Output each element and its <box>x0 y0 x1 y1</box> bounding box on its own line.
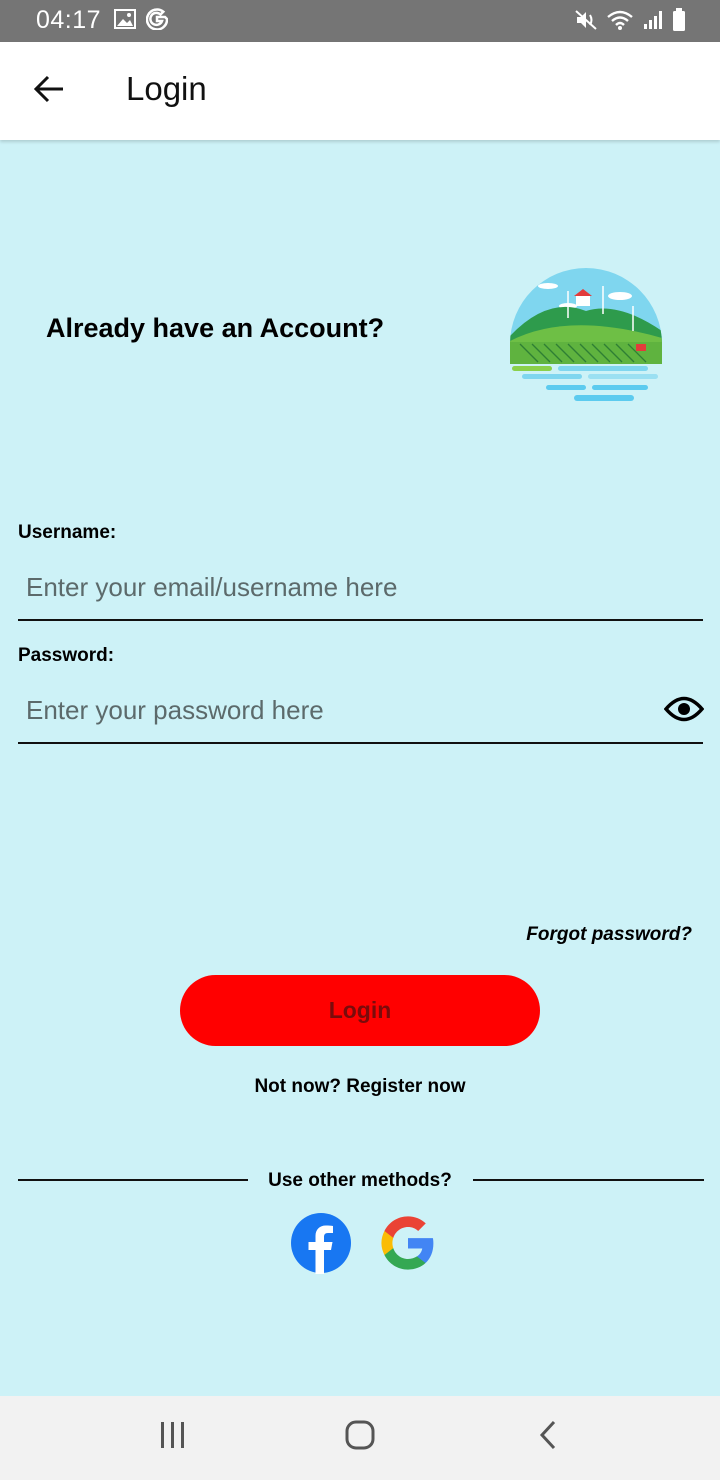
farm-landscape-illustration <box>508 256 664 406</box>
password-input[interactable] <box>18 678 703 744</box>
forgot-password-link[interactable]: Forgot password? <box>526 924 692 946</box>
register-link[interactable]: Not now? Register now <box>0 1076 720 1098</box>
system-nav-bar <box>0 1396 720 1480</box>
signal-icon <box>642 9 664 36</box>
back-nav-button[interactable] <box>523 1414 573 1460</box>
page-title: Login <box>126 70 207 107</box>
gallery-icon <box>114 9 136 34</box>
status-time: 04:17 <box>36 6 102 34</box>
facebook-icon <box>290 1212 352 1279</box>
eye-icon <box>663 696 705 727</box>
back-button[interactable] <box>26 68 72 114</box>
divider-right <box>473 1179 704 1181</box>
username-label: Username: <box>18 522 117 543</box>
password-label: Password: <box>18 645 115 666</box>
google-icon <box>379 1214 437 1277</box>
back-icon <box>538 1419 558 1456</box>
status-bar: 04:17 <box>0 0 720 42</box>
other-methods-label: Use other methods? <box>268 1170 452 1191</box>
welcome-heading: Already have an Account? <box>46 313 385 343</box>
google-g-icon <box>145 8 169 35</box>
recent-apps-icon <box>158 1421 188 1454</box>
home-button[interactable] <box>335 1414 385 1460</box>
username-input[interactable] <box>18 555 703 621</box>
recent-apps-button[interactable] <box>148 1414 198 1460</box>
google-login-button[interactable] <box>377 1214 439 1276</box>
battery-icon <box>672 8 686 37</box>
arrow-left-icon <box>33 75 65 108</box>
home-icon <box>344 1419 376 1456</box>
mute-icon <box>574 9 598 36</box>
wifi-icon <box>606 9 634 36</box>
login-button[interactable]: Login <box>180 975 540 1046</box>
app-bar: Login <box>0 42 720 140</box>
password-visibility-toggle[interactable] <box>662 694 706 728</box>
facebook-login-button[interactable] <box>290 1212 352 1279</box>
